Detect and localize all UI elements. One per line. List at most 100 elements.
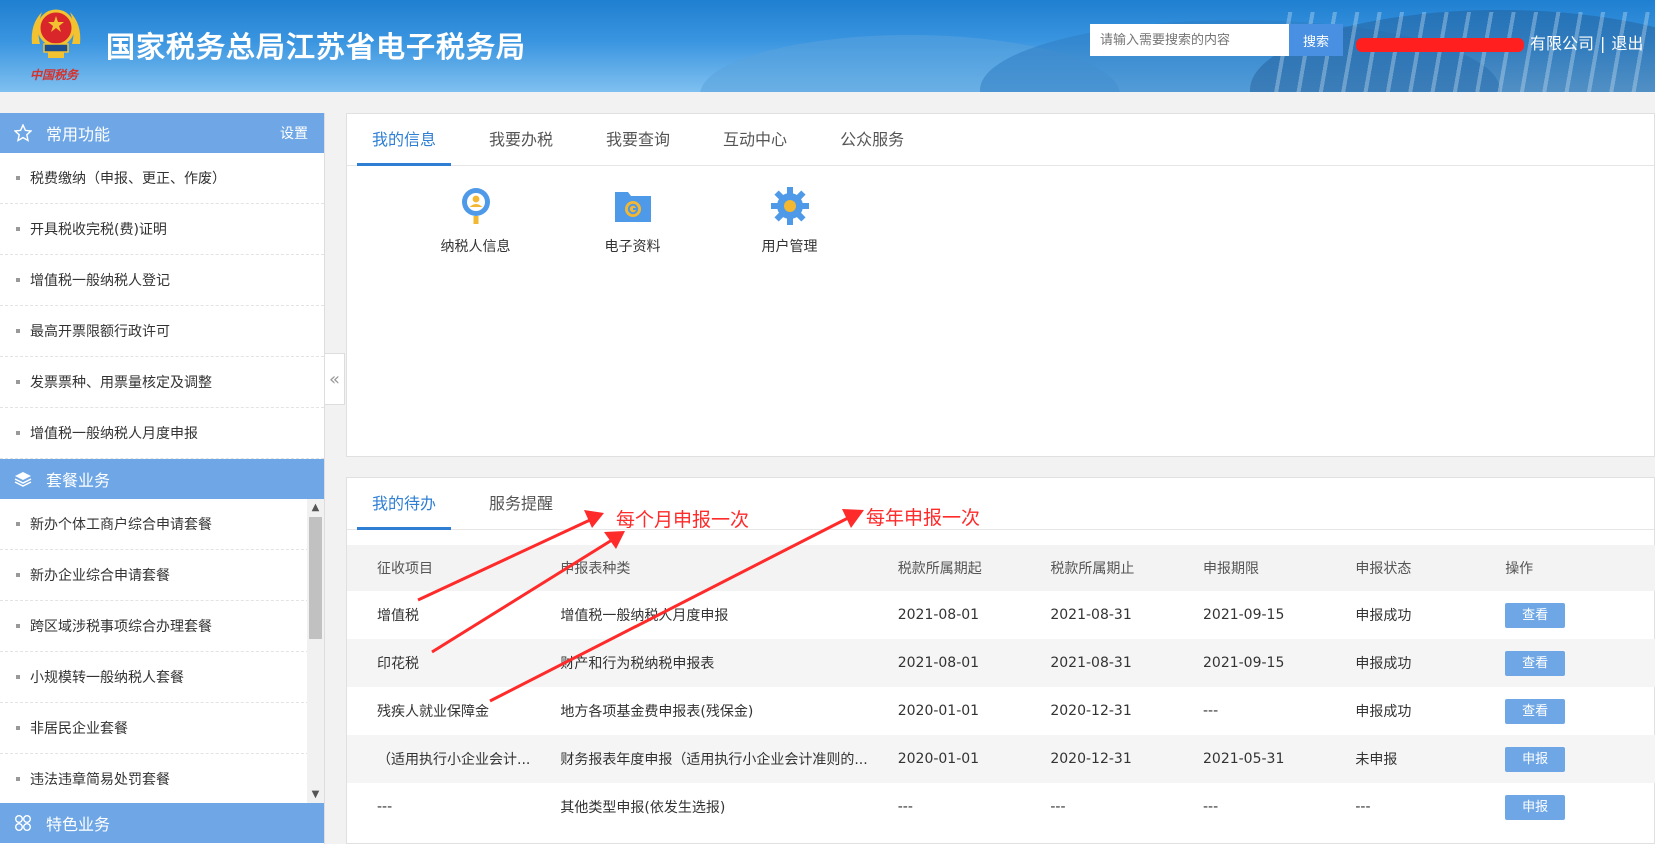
redacted-company-name (1356, 37, 1524, 52)
tab-interaction[interactable]: 互动中心 (708, 114, 802, 166)
sidebar-section-title: 套餐业务 (46, 471, 111, 490)
sidebar-item-vat-registration[interactable]: 增值税一般纳税人登记 (0, 255, 324, 306)
sidebar-item-tax-certificate[interactable]: 开具税收完税(费)证明 (0, 204, 324, 255)
sidebar-item-label: 开具税收完税(费)证明 (30, 222, 167, 238)
sidebar-item-new-enterprise[interactable]: 新办企业综合申请套餐 (0, 550, 324, 601)
sidebar-item-label: 发票票种、用票量核定及调整 (30, 375, 212, 391)
sidebar-item-invoice-type[interactable]: 发票票种、用票量核定及调整 (0, 357, 324, 408)
search-input[interactable] (1090, 24, 1289, 56)
table-cell: 2020-12-31 (1050, 703, 1132, 719)
scrollbar-thumb[interactable] (309, 517, 322, 639)
bullet-icon (16, 726, 20, 730)
table-cell: --- (1203, 799, 1219, 815)
bullet-icon (16, 777, 20, 781)
site-header: 中国税务 国家税务总局江苏省电子税务局 搜索 有限公司 | 退出 (0, 0, 1655, 92)
sidebar-item-new-individual[interactable]: 新办个体工商户综合申请套餐 (0, 499, 324, 550)
search-button[interactable]: 搜索 (1289, 24, 1343, 56)
sidebar-item-label: 新办企业综合申请套餐 (30, 568, 170, 584)
table-cell: 增值税一般纳税人月度申报 (560, 608, 729, 624)
sidebar-item-cross-region[interactable]: 跨区域涉税事项综合办理套餐 (0, 601, 324, 652)
annotation-monthly: 每个月申报一次 (616, 509, 750, 531)
table-cell: 2021-05-31 (1173, 735, 1326, 783)
table-cell: 2020-01-01 (867, 735, 1021, 783)
column-header: 操作 (1475, 545, 1655, 591)
bullet-icon (16, 329, 20, 333)
bullet-icon (16, 573, 20, 577)
table-cell: （适用执行小企业会计... (347, 735, 531, 783)
sidebar-item-invoice-limit[interactable]: 最高开票限额行政许可 (0, 306, 324, 357)
table-cell: 申报 (1475, 735, 1655, 783)
declare-button[interactable]: 申报 (1505, 746, 1566, 772)
sidebar-section-special[interactable]: 特色业务 (0, 803, 324, 843)
logout-link[interactable]: 退出 (1611, 34, 1643, 53)
user-company-name: 有限公司 (1530, 34, 1595, 53)
tab-my-info[interactable]: 我的信息 (357, 114, 452, 166)
sidebar-item-label: 新办个体工商户综合申请套餐 (30, 517, 212, 533)
table-cell: 2021-09-15 (1173, 639, 1326, 687)
grid-circles-icon (15, 815, 31, 831)
sidebar-item-tax-payment[interactable]: 税费缴纳（申报、更正、作废） (0, 153, 324, 204)
tab-tax-handling[interactable]: 我要办税 (474, 114, 568, 166)
package-scrollbar[interactable]: ▲ ▼ (307, 499, 324, 803)
scroll-down-icon[interactable]: ▼ (307, 786, 324, 803)
settings-link[interactable]: 设置 (280, 123, 308, 143)
column-header: 申报期限 (1173, 545, 1326, 591)
taxpayer-info-button[interactable]: 纳税人信息 (397, 184, 554, 256)
table-header-row: 征收项目 申报表种类 税款所属期起 税款所属期止 申报期限 申报状态 操作 (347, 545, 1655, 591)
double-chevron-left-icon: « (328, 368, 340, 390)
bullet-icon (16, 278, 20, 282)
info-tabs: 我的信息 我要办税 我要查询 互动中心 公众服务 (347, 114, 1654, 166)
layers-icon (14, 472, 32, 487)
sidebar-item-small-to-general[interactable]: 小规模转一般纳税人套餐 (0, 652, 324, 703)
column-header: 申报表种类 (530, 545, 868, 591)
tab-my-todo[interactable]: 我的待办 (357, 478, 452, 530)
sidebar-section-package[interactable]: 套餐业务 (0, 459, 324, 499)
sidebar-item-penalty[interactable]: 违法违章简易处罚套餐 (0, 754, 324, 803)
table-cell: 2021-08-01 (867, 639, 1021, 687)
table-cell: 查看 (1475, 687, 1655, 735)
user-management-button[interactable]: 用户管理 (711, 184, 868, 256)
tab-query[interactable]: 我要查询 (591, 114, 685, 166)
icon-label: 纳税人信息 (440, 239, 511, 255)
table-cell: 增值税 (377, 608, 419, 624)
view-button[interactable]: 查看 (1505, 602, 1566, 628)
view-button[interactable]: 查看 (1505, 698, 1566, 724)
view-button[interactable]: 查看 (1505, 650, 1566, 676)
table-cell: 印花税 (347, 639, 531, 687)
e-document-button[interactable]: 电子资料 (554, 184, 711, 256)
sidebar-item-label: 跨区域涉税事项综合办理套餐 (30, 619, 212, 635)
e-document-icon (614, 192, 651, 222)
sidebar-section-common[interactable]: 常用功能 设置 (0, 113, 324, 153)
user-management-icon (770, 187, 809, 225)
user-area: 有限公司 | 退出 (1356, 30, 1643, 54)
sidebar-item-label: 违法违章简易处罚套餐 (30, 772, 170, 788)
table-cell: 申报成功 (1355, 608, 1412, 624)
table-cell: --- (377, 799, 393, 815)
table-cell: 财务报表年度申报（适用执行小企业会计准则的... (530, 735, 868, 783)
icon-label: 电子资料 (604, 239, 661, 255)
declare-button[interactable]: 申报 (1505, 794, 1566, 820)
site-title: 国家税务总局江苏省电子税务局 (106, 30, 527, 64)
table-cell: --- (1355, 799, 1371, 815)
table-row: 增值税 增值税一般纳税人月度申报 2021-08-01 2021-08-31 2… (347, 591, 1655, 639)
sidebar-item-label: 增值税一般纳税人月度申报 (30, 426, 198, 442)
package-list: 新办个体工商户综合申请套餐 新办企业综合申请套餐 跨区域涉税事项综合办理套餐 小… (0, 499, 324, 803)
sidebar-collapse-button[interactable]: « (325, 353, 345, 405)
table-cell: 2020-01-01 (897, 703, 980, 719)
table-cell: --- (1203, 703, 1219, 719)
table-cell: 地方各项基金费申报表(残保金) (560, 704, 754, 720)
table-cell: 2021-08-31 (1020, 639, 1173, 687)
bullet-icon (16, 675, 20, 679)
table-cell: 申报成功 (1355, 704, 1412, 720)
table-row: --- 其他类型申报(依发生选报) --- --- --- --- 申报 (347, 783, 1655, 831)
todo-tabs: 我的待办 服务提醒 (347, 478, 1654, 530)
sidebar-item-label: 税费缴纳（申报、更正、作废） (30, 171, 226, 187)
sidebar-item-vat-monthly[interactable]: 增值税一般纳税人月度申报 (0, 408, 324, 459)
sidebar-item-label: 小规模转一般纳税人套餐 (30, 670, 184, 686)
sidebar-item-label: 增值税一般纳税人登记 (30, 273, 170, 289)
tab-public-service[interactable]: 公众服务 (825, 114, 919, 166)
sidebar-item-non-resident[interactable]: 非居民企业套餐 (0, 703, 324, 754)
tab-service-reminder[interactable]: 服务提醒 (474, 478, 568, 530)
scroll-up-icon[interactable]: ▲ (307, 499, 324, 516)
column-header: 税款所属期止 (1020, 545, 1173, 591)
